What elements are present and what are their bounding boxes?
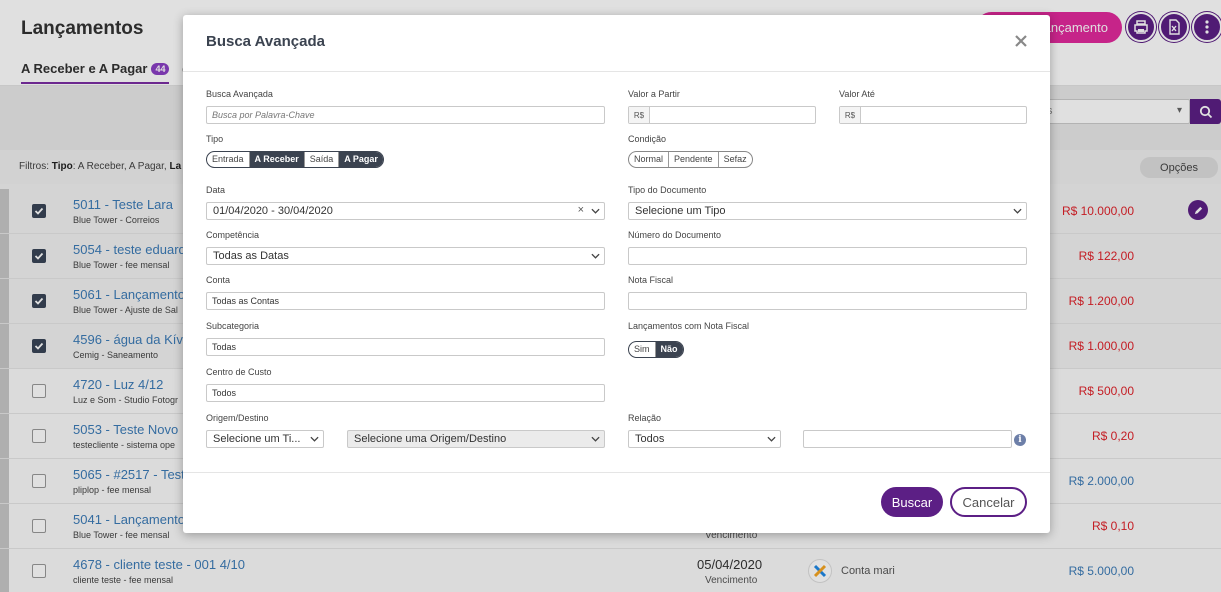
chevron-down-icon xyxy=(591,208,600,214)
condicao-normal[interactable]: Normal xyxy=(629,152,670,167)
tipo-doc-label: Tipo do Documento xyxy=(628,185,707,195)
date-range-select[interactable]: 01/04/2020 - 30/04/2020 × xyxy=(206,202,605,220)
clear-icon[interactable]: × xyxy=(578,204,584,216)
chevron-down-icon xyxy=(591,436,600,442)
tipo-saida[interactable]: Saída xyxy=(305,152,340,167)
search-submit-button[interactable]: Buscar xyxy=(881,487,943,517)
valor-ate-label: Valor Até xyxy=(839,89,875,99)
date-range-value: 01/04/2020 - 30/04/2020 xyxy=(213,205,333,217)
origin-type-value: Selecione um Ti... xyxy=(213,433,301,445)
has-invoice-toggle: Sim Não xyxy=(628,341,684,358)
competence-select[interactable]: Todas as Datas xyxy=(206,247,605,265)
has-invoice-nao[interactable]: Não xyxy=(655,342,683,357)
centro-custo-label: Centro de Custo xyxy=(206,367,272,377)
close-icon[interactable] xyxy=(1014,34,1028,48)
numero-doc-label: Número do Documento xyxy=(628,230,722,240)
chevron-down-icon xyxy=(310,436,319,442)
tipo-label: Tipo xyxy=(206,134,224,144)
value-from-input[interactable]: R$ xyxy=(628,106,816,124)
tipo-a-receber[interactable]: A Receber xyxy=(249,152,305,167)
account-input[interactable]: Todas as Contas xyxy=(206,292,605,310)
origin-type-select[interactable]: Selecione um Ti... xyxy=(206,430,324,448)
conta-label: Conta xyxy=(206,275,231,285)
advanced-search-modal: Busca Avançada Busca Avançada Busca por … xyxy=(183,15,1050,533)
document-number-input[interactable] xyxy=(628,247,1027,265)
document-type-value: Selecione um Tipo xyxy=(635,205,726,217)
tipo-entrada[interactable]: Entrada xyxy=(207,152,250,167)
competencia-label: Competência xyxy=(206,230,260,240)
has-invoice-sim[interactable]: Sim xyxy=(629,342,656,357)
cancel-button[interactable]: Cancelar xyxy=(950,487,1027,517)
modal-header: Busca Avançada xyxy=(183,15,1050,72)
busca-label: Busca Avançada xyxy=(206,89,273,99)
keyword-search-input[interactable]: Busca por Palavra-Chave xyxy=(206,106,605,124)
info-icon[interactable]: i xyxy=(1014,434,1026,446)
relation-value-input[interactable] xyxy=(803,430,1012,448)
chevron-down-icon xyxy=(1013,208,1022,214)
tipo-a-pagar[interactable]: A Pagar xyxy=(339,152,383,167)
subcategory-input[interactable]: Todas xyxy=(206,338,605,356)
tipo-toggle: Entrada A Receber Saída A Pagar xyxy=(206,151,384,168)
chevron-down-icon xyxy=(767,436,776,442)
chevron-down-icon xyxy=(591,253,600,259)
subcategoria-label: Subcategoria xyxy=(206,321,260,331)
origin-destination-value: Selecione uma Origem/Destino xyxy=(354,433,507,445)
lanc-nf-label: Lançamentos com Nota Fiscal xyxy=(628,321,750,331)
condicao-sefaz[interactable]: Sefaz xyxy=(719,152,752,167)
competence-value: Todas as Datas xyxy=(213,250,289,262)
currency-prefix: R$ xyxy=(840,107,861,123)
condicao-pendente[interactable]: Pendente xyxy=(669,152,719,167)
invoice-input[interactable] xyxy=(628,292,1027,310)
nota-fiscal-label: Nota Fiscal xyxy=(628,275,674,285)
relation-select[interactable]: Todos xyxy=(628,430,781,448)
relacao-label: Relação xyxy=(628,413,662,423)
origin-destination-select[interactable]: Selecione uma Origem/Destino xyxy=(347,430,605,448)
currency-prefix: R$ xyxy=(629,107,650,123)
value-to-input[interactable]: R$ xyxy=(839,106,1027,124)
relation-value: Todos xyxy=(635,433,665,445)
cost-center-input[interactable]: Todos xyxy=(206,384,605,402)
modal-title: Busca Avançada xyxy=(206,33,325,50)
document-type-select[interactable]: Selecione um Tipo xyxy=(628,202,1027,220)
valor-partir-label: Valor a Partir xyxy=(628,89,680,99)
data-label: Data xyxy=(206,185,226,195)
origem-label: Origem/Destino xyxy=(206,413,269,423)
condicao-toggle: Normal Pendente Sefaz xyxy=(628,151,753,168)
condicao-label: Condição xyxy=(628,134,667,144)
